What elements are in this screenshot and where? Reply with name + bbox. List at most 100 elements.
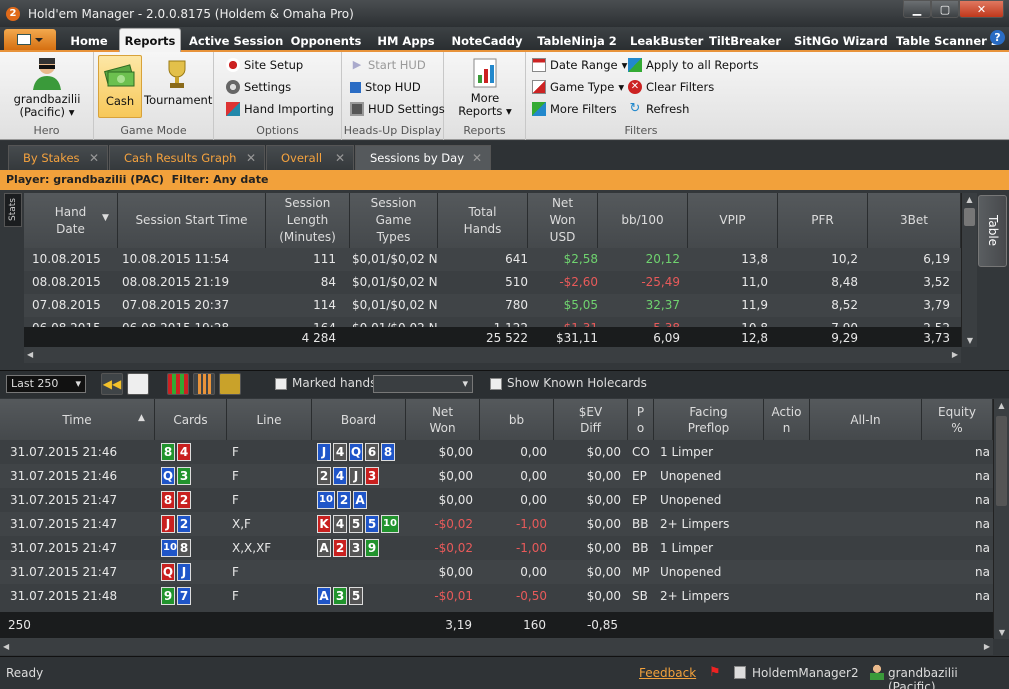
- col-total-hands[interactable]: Total Hands: [438, 193, 528, 248]
- hero-selector[interactable]: grandbazilii (Pacific) ▾: [0, 56, 94, 119]
- app-menu-button[interactable]: [4, 29, 56, 50]
- tab-reports[interactable]: Reports: [119, 28, 181, 52]
- col-position[interactable]: P o: [628, 399, 654, 440]
- scroll-down-icon[interactable]: ▼: [994, 628, 1009, 637]
- doctab-cash-results-graph[interactable]: Cash Results Graph ✕: [109, 145, 265, 170]
- scroll-down-icon[interactable]: ▼: [962, 336, 978, 345]
- col-vpip[interactable]: VPIP: [688, 193, 778, 248]
- tab-notecaddy[interactable]: NoteCaddy: [450, 32, 524, 52]
- session-row[interactable]: 08.08.2015 08.08.2015 21:19 84 $0,01/$0,02 …: [24, 271, 961, 294]
- col-equity[interactable]: Equity %: [922, 399, 993, 440]
- col-action[interactable]: Actio n: [764, 399, 810, 440]
- col-pfr[interactable]: PFR: [778, 193, 868, 248]
- scroll-left-icon[interactable]: ◀: [27, 350, 33, 359]
- col-session-length[interactable]: Session Length (Minutes): [266, 193, 350, 248]
- hand-row[interactable]: 31.07.2015 21:47 Q J F $0,00 0,00 $0,00 MP Unope…: [0, 560, 993, 584]
- col-net-won[interactable]: Net Won USD: [528, 193, 598, 248]
- hand-row[interactable]: 31.07.2015 21:47 J 2 X,F K 4 5 5 10 -$0,02 -1,00 $0…: [0, 512, 993, 536]
- scroll-right-icon[interactable]: ▶: [952, 350, 958, 359]
- maximize-button[interactable]: ▢: [931, 0, 959, 18]
- stats-side-tab[interactable]: Stats: [4, 193, 22, 227]
- scroll-up-icon[interactable]: ▲: [962, 195, 977, 204]
- col-3bet[interactable]: 3Bet: [868, 193, 961, 248]
- col-session-start[interactable]: Session Start Time: [118, 193, 266, 248]
- col-board[interactable]: Board: [312, 399, 406, 440]
- col-facing-preflop[interactable]: Facing Preflop: [654, 399, 764, 440]
- apply-all-reports-button[interactable]: Apply to all Reports: [628, 58, 759, 72]
- hand-row[interactable]: 31.07.2015 21:47 8 2 F 10 2 A $0,00 0,00 $0,00 EP U…: [0, 488, 993, 512]
- hand-row[interactable]: 31.07.2015 21:46 Q 3 F 2 4 J 3 $0,00 0,00 $0,00 EP U…: [0, 464, 993, 488]
- tab-tiltbreaker[interactable]: TiltBreaker: [708, 32, 782, 52]
- marked-hands-checkbox[interactable]: [275, 378, 287, 390]
- session-row[interactable]: 07.08.2015 07.08.2015 20:37 114 $0,01/$0,02…: [24, 294, 961, 317]
- tab-tableninja[interactable]: TableNinja 2: [534, 32, 620, 52]
- col-all-in[interactable]: All-In: [810, 399, 922, 440]
- bar-chart-icon[interactable]: [193, 373, 215, 395]
- hands-vscroll[interactable]: ▲ ▼: [993, 399, 1009, 639]
- session-row[interactable]: 10.08.2015 10.08.2015 11:54 111 $0,01/$0,02…: [24, 248, 961, 271]
- cash-button[interactable]: Cash: [98, 55, 142, 118]
- site-setup-button[interactable]: Site Setup: [226, 58, 303, 72]
- game-type-button[interactable]: Game Type ▾: [532, 80, 624, 94]
- col-line[interactable]: Line: [227, 399, 312, 440]
- close-icon[interactable]: ✕: [89, 146, 99, 170]
- database-name[interactable]: HoldemManager2: [752, 666, 859, 680]
- col-ev-diff[interactable]: $EV Diff: [554, 399, 628, 440]
- minimize-button[interactable]: ▁: [903, 0, 931, 18]
- hand-importing-button[interactable]: Hand Importing: [226, 102, 334, 116]
- date-range-button[interactable]: Date Range ▾: [532, 58, 627, 72]
- tab-opponents[interactable]: Opponents: [288, 32, 364, 52]
- tab-home[interactable]: Home: [64, 32, 114, 52]
- col-cards[interactable]: Cards: [155, 399, 227, 440]
- hand-range-select[interactable]: Last 250 ▾: [6, 375, 86, 393]
- start-hud-button[interactable]: ▶ Start HUD: [350, 58, 426, 72]
- col-net-won[interactable]: Net Won: [406, 399, 480, 440]
- trophy-filter-icon[interactable]: [219, 373, 241, 395]
- rewind-icon[interactable]: ◀◀: [101, 373, 123, 395]
- col-bb[interactable]: bb: [480, 399, 554, 440]
- doctab-by-stakes[interactable]: By Stakes ✕: [8, 145, 108, 170]
- col-time[interactable]: Time: [0, 399, 155, 440]
- settings-button[interactable]: Settings: [226, 80, 291, 94]
- tab-leakbuster[interactable]: LeakBuster: [630, 32, 703, 52]
- sessions-vscroll[interactable]: ▲ ▼: [961, 193, 977, 347]
- scroll-thumb[interactable]: [996, 416, 1007, 506]
- dice-icon[interactable]: [127, 373, 149, 395]
- known-holecards-checkbox[interactable]: [490, 378, 502, 390]
- scroll-thumb[interactable]: [964, 208, 975, 226]
- marked-hands-select[interactable]: ▾: [373, 375, 473, 393]
- scroll-up-icon[interactable]: ▲: [994, 401, 1009, 410]
- scroll-left-icon[interactable]: ◀: [3, 642, 9, 651]
- close-icon[interactable]: ✕: [246, 146, 256, 170]
- stop-hud-button[interactable]: Stop HUD: [350, 80, 421, 94]
- col-game-types[interactable]: Session Game Types: [350, 193, 438, 248]
- col-bb100[interactable]: bb/100: [598, 193, 688, 248]
- hand-row[interactable]: 31.07.2015 21:47 10 8 X,X,XF A 2 3 9 -$0,02 -1,00…: [0, 536, 993, 560]
- sessions-hscroll[interactable]: ◀ ▶: [24, 347, 961, 363]
- tournament-button[interactable]: Tournament: [144, 55, 212, 118]
- hands-hscroll[interactable]: ◀ ▶: [0, 639, 993, 655]
- tab-hm-apps[interactable]: HM Apps: [374, 32, 438, 52]
- refresh-button[interactable]: ↻ Refresh: [628, 102, 690, 117]
- tab-active-session[interactable]: Active Session: [189, 32, 283, 52]
- doctab-sessions-by-day[interactable]: Sessions by Day ✕: [355, 145, 491, 170]
- doctab-overall[interactable]: Overall ✕: [266, 145, 354, 170]
- hand-row[interactable]: 31.07.2015 21:48 9 7 F A 3 5 -$0,01 -0,50 $0,00 SB…: [0, 584, 993, 608]
- table-side-tab[interactable]: Table: [978, 195, 1007, 267]
- board-card: 5: [349, 587, 363, 605]
- help-icon[interactable]: ?: [990, 30, 1005, 45]
- more-reports-button[interactable]: More Reports ▾: [450, 55, 520, 118]
- scroll-right-icon[interactable]: ▶: [984, 642, 990, 651]
- close-button[interactable]: ✕: [959, 0, 1004, 18]
- tab-sitngo-wizard[interactable]: SitNGo Wizard: [794, 32, 888, 52]
- more-filters-button[interactable]: More Filters: [532, 102, 617, 116]
- grid-view-icon[interactable]: [167, 373, 189, 395]
- current-user[interactable]: grandbazilii (Pacific): [888, 666, 1009, 689]
- clear-filters-button[interactable]: ✕ Clear Filters: [628, 80, 714, 94]
- hand-row[interactable]: 31.07.2015 21:46 8 4 F J 4 Q 6 8 $0,00 0,00 $0,00 CO…: [0, 440, 993, 464]
- close-icon[interactable]: ✕: [472, 146, 482, 170]
- close-icon[interactable]: ✕: [335, 146, 345, 170]
- feedback-link[interactable]: Feedback: [639, 666, 696, 680]
- tab-table-scanner[interactable]: Table Scanner 2: [896, 32, 999, 52]
- hud-settings-button[interactable]: HUD Settings: [350, 102, 445, 116]
